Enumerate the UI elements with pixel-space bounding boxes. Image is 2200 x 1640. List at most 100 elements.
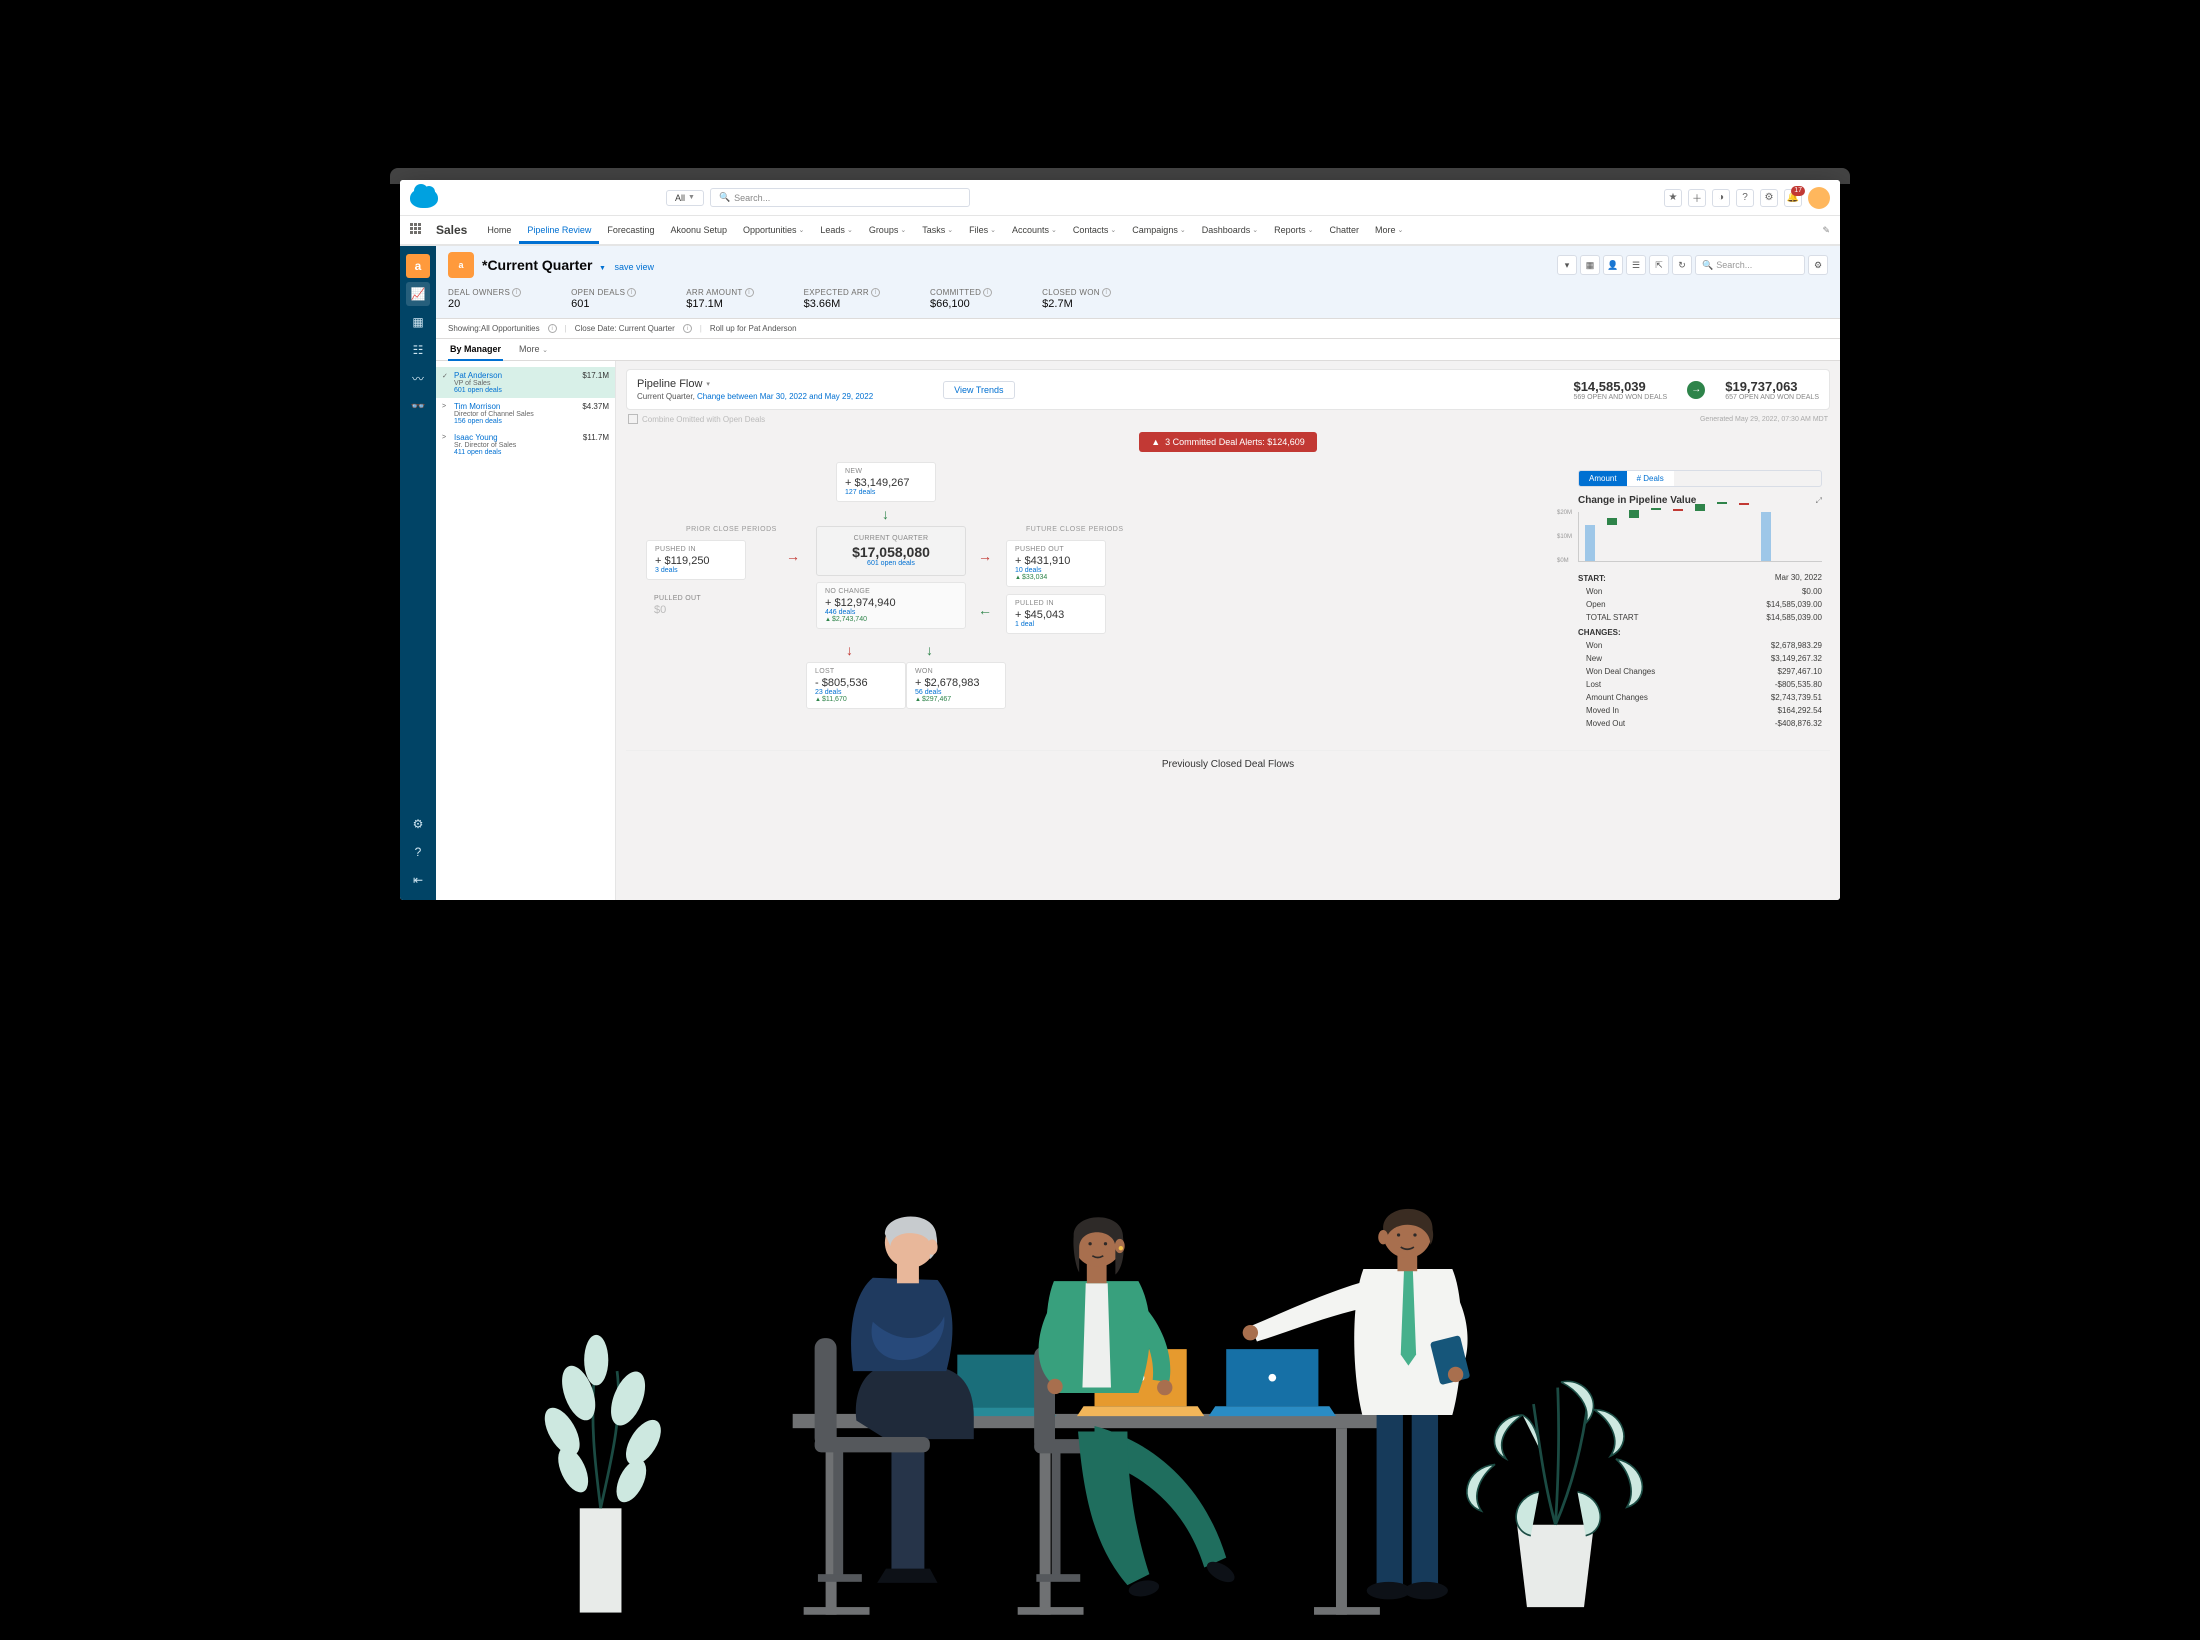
help-icon[interactable]: ? bbox=[1736, 189, 1754, 207]
bar-amount-changes bbox=[1695, 504, 1705, 511]
card-pushed-out[interactable]: PUSHED OUT + $431,910 10 deals $33,034 bbox=[1006, 540, 1106, 587]
settings-button[interactable]: ⚙ bbox=[1808, 255, 1828, 275]
tree-node[interactable]: ✓Pat AndersonVP of Sales601 open deals$1… bbox=[436, 367, 615, 398]
laptop-teal bbox=[941, 1355, 1056, 1416]
nav-akoonu-setup[interactable]: Akoonu Setup bbox=[662, 219, 735, 242]
rail-app-icon[interactable]: a bbox=[406, 254, 430, 278]
bar-won-deal-changes bbox=[1651, 508, 1661, 510]
card-new[interactable]: NEW + $3,149,267 127 deals bbox=[836, 462, 936, 502]
user-avatar[interactable] bbox=[1808, 187, 1830, 209]
edit-nav-icon[interactable]: ✎ bbox=[1822, 225, 1830, 236]
metric-committed: COMMITTED i$66,100 bbox=[930, 288, 992, 310]
arrow-down-icon: ↓ bbox=[882, 506, 889, 522]
filter-button[interactable]: ▾ bbox=[1557, 255, 1577, 275]
card-lost[interactable]: LOST - $805,536 23 deals $11,670 bbox=[806, 662, 906, 709]
expand-icon[interactable]: ⤢ bbox=[1816, 496, 1822, 506]
rail-settings-icon[interactable]: ⚙ bbox=[406, 812, 430, 836]
list-button[interactable]: ☰ bbox=[1626, 255, 1646, 275]
trail-icon[interactable]: ◑ bbox=[1712, 189, 1730, 207]
nav-forecasting[interactable]: Forecasting bbox=[599, 219, 662, 242]
rail-chart-icon[interactable]: 📈 bbox=[406, 282, 430, 306]
nav-more[interactable]: More⌄ bbox=[1367, 219, 1411, 242]
laptop-blue bbox=[1209, 1349, 1336, 1416]
combine-checkbox[interactable] bbox=[628, 414, 638, 424]
rail-columns-icon[interactable]: ☷ bbox=[406, 338, 430, 362]
view-name[interactable]: *Current Quarter bbox=[482, 257, 592, 273]
tree-node[interactable]: >Isaac YoungSr. Director of Sales411 ope… bbox=[436, 429, 615, 460]
grid-button[interactable]: ▦ bbox=[1580, 255, 1600, 275]
bar-moved-in bbox=[1717, 502, 1727, 504]
notifications-icon[interactable]: 🔔17 bbox=[1784, 189, 1802, 207]
left-rail: a 📈 ▦ ☷ 〰 👓 ⚙ ? ⇤ bbox=[400, 246, 436, 900]
view-search-input[interactable]: 🔍 Search... bbox=[1695, 255, 1805, 275]
card-won[interactable]: WON + $2,678,983 56 deals $297,467 bbox=[906, 662, 1006, 709]
bar-new bbox=[1629, 510, 1639, 518]
tab-by-manager[interactable]: By Manager bbox=[448, 339, 503, 361]
nav-chatter[interactable]: Chatter bbox=[1322, 219, 1368, 242]
tab-more[interactable]: More ⌄ bbox=[517, 339, 550, 360]
bar-lost bbox=[1673, 509, 1683, 511]
change-table: START:Mar 30, 2022 Won$0.00Open$14,585,0… bbox=[1578, 570, 1822, 730]
nav-reports[interactable]: Reports⌄ bbox=[1266, 219, 1321, 242]
refresh-button[interactable]: ↻ bbox=[1672, 255, 1692, 275]
app-launcher-icon[interactable] bbox=[410, 223, 424, 237]
view-trends-button[interactable]: View Trends bbox=[943, 381, 1014, 399]
segment-control: Amount # Deals bbox=[1578, 470, 1822, 487]
nav-contacts[interactable]: Contacts⌄ bbox=[1065, 219, 1124, 242]
card-current-quarter[interactable]: CURRENT QUARTER $17,058,080 601 open dea… bbox=[816, 526, 966, 576]
add-icon[interactable]: ＋ bbox=[1688, 189, 1706, 207]
card-no-change[interactable]: NO CHANGE + $12,974,940 446 deals $2,743… bbox=[816, 582, 966, 629]
export-button[interactable]: ⇱ bbox=[1649, 255, 1669, 275]
tree-node[interactable]: >Tim MorrisonDirector of Channel Sales15… bbox=[436, 398, 615, 429]
flow-header: Pipeline Flow▾ Current Quarter, Change b… bbox=[626, 369, 1830, 410]
favorite-icon[interactable]: ★ bbox=[1664, 189, 1682, 207]
bar-start bbox=[1585, 525, 1595, 561]
flow-title[interactable]: Pipeline Flow▾ bbox=[637, 378, 873, 390]
rail-binoculars-icon[interactable]: 👓 bbox=[406, 394, 430, 418]
card-pushed-in[interactable]: PUSHED IN + $119,250 3 deals bbox=[646, 540, 746, 580]
side-title: Change in Pipeline Value bbox=[1578, 495, 1696, 506]
bar-won bbox=[1607, 518, 1617, 525]
rail-pulse-icon[interactable]: 〰 bbox=[406, 366, 430, 390]
user-button[interactable]: 👤 bbox=[1603, 255, 1623, 275]
laptop-orange bbox=[1077, 1349, 1204, 1416]
nav-groups[interactable]: Groups⌄ bbox=[861, 219, 914, 242]
flow-diagram: NEW + $3,149,267 127 deals ↓ PRIOR CLOSE… bbox=[626, 462, 1570, 742]
app-screen: All▼ 🔍Search... ★ ＋ ◑ ? ⚙ 🔔17 Sales Home… bbox=[400, 180, 1840, 900]
seg-amount[interactable]: Amount bbox=[1579, 471, 1627, 486]
warning-icon: ▲ bbox=[1151, 437, 1160, 447]
search-icon: 🔍 bbox=[719, 192, 730, 203]
arrow-down-icon: ↓ bbox=[926, 642, 933, 658]
bar-moved-out bbox=[1739, 503, 1749, 505]
metric-closed-won: CLOSED WON i$2.7M bbox=[1042, 288, 1111, 310]
nav-campaigns[interactable]: Campaigns⌄ bbox=[1124, 219, 1193, 242]
filter-summary: Showing:All Opportunitiesi| Close Date: … bbox=[436, 319, 1840, 339]
global-header: All▼ 🔍Search... ★ ＋ ◑ ? ⚙ 🔔17 bbox=[400, 180, 1840, 216]
search-scope-dropdown[interactable]: All▼ bbox=[666, 190, 704, 206]
deal-alert[interactable]: ▲3 Committed Deal Alerts: $124,609 bbox=[1139, 432, 1317, 452]
nav-pipeline-review[interactable]: Pipeline Review bbox=[519, 219, 599, 244]
metrics-bar: DEAL OWNERS i20OPEN DEALS i601ARR AMOUNT… bbox=[436, 284, 1840, 319]
rail-help-icon[interactable]: ? bbox=[406, 840, 430, 864]
rail-collapse-icon[interactable]: ⇤ bbox=[406, 868, 430, 892]
save-view-link[interactable]: save view bbox=[614, 262, 654, 272]
nav-leads[interactable]: Leads⌄ bbox=[812, 219, 860, 242]
nav-files[interactable]: Files⌄ bbox=[961, 219, 1004, 242]
metric-open-deals: OPEN DEALS i601 bbox=[571, 288, 636, 310]
metric-expected-arr: EXPECTED ARR i$3.66M bbox=[804, 288, 880, 310]
setup-gear-icon[interactable]: ⚙ bbox=[1760, 189, 1778, 207]
nav-home[interactable]: Home bbox=[479, 219, 519, 242]
card-pulled-in[interactable]: PULLED IN + $45,043 1 deal bbox=[1006, 594, 1106, 634]
seg-deals[interactable]: # Deals bbox=[1627, 471, 1674, 486]
nav-opportunities[interactable]: Opportunities⌄ bbox=[735, 219, 812, 242]
nav-tasks[interactable]: Tasks⌄ bbox=[914, 219, 961, 242]
card-pulled-out: PULLED OUT $0 bbox=[646, 590, 746, 621]
nav-dashboards[interactable]: Dashboards⌄ bbox=[1194, 219, 1266, 242]
bar-end bbox=[1761, 512, 1771, 561]
arrow-right-icon: → bbox=[786, 548, 800, 564]
app-name: Sales bbox=[436, 223, 467, 237]
nav-accounts[interactable]: Accounts⌄ bbox=[1004, 219, 1065, 242]
total-start: $14,585,039569 OPEN AND WON DEALS bbox=[1573, 379, 1667, 401]
rail-table-icon[interactable]: ▦ bbox=[406, 310, 430, 334]
global-search-input[interactable]: 🔍Search... bbox=[710, 188, 970, 207]
